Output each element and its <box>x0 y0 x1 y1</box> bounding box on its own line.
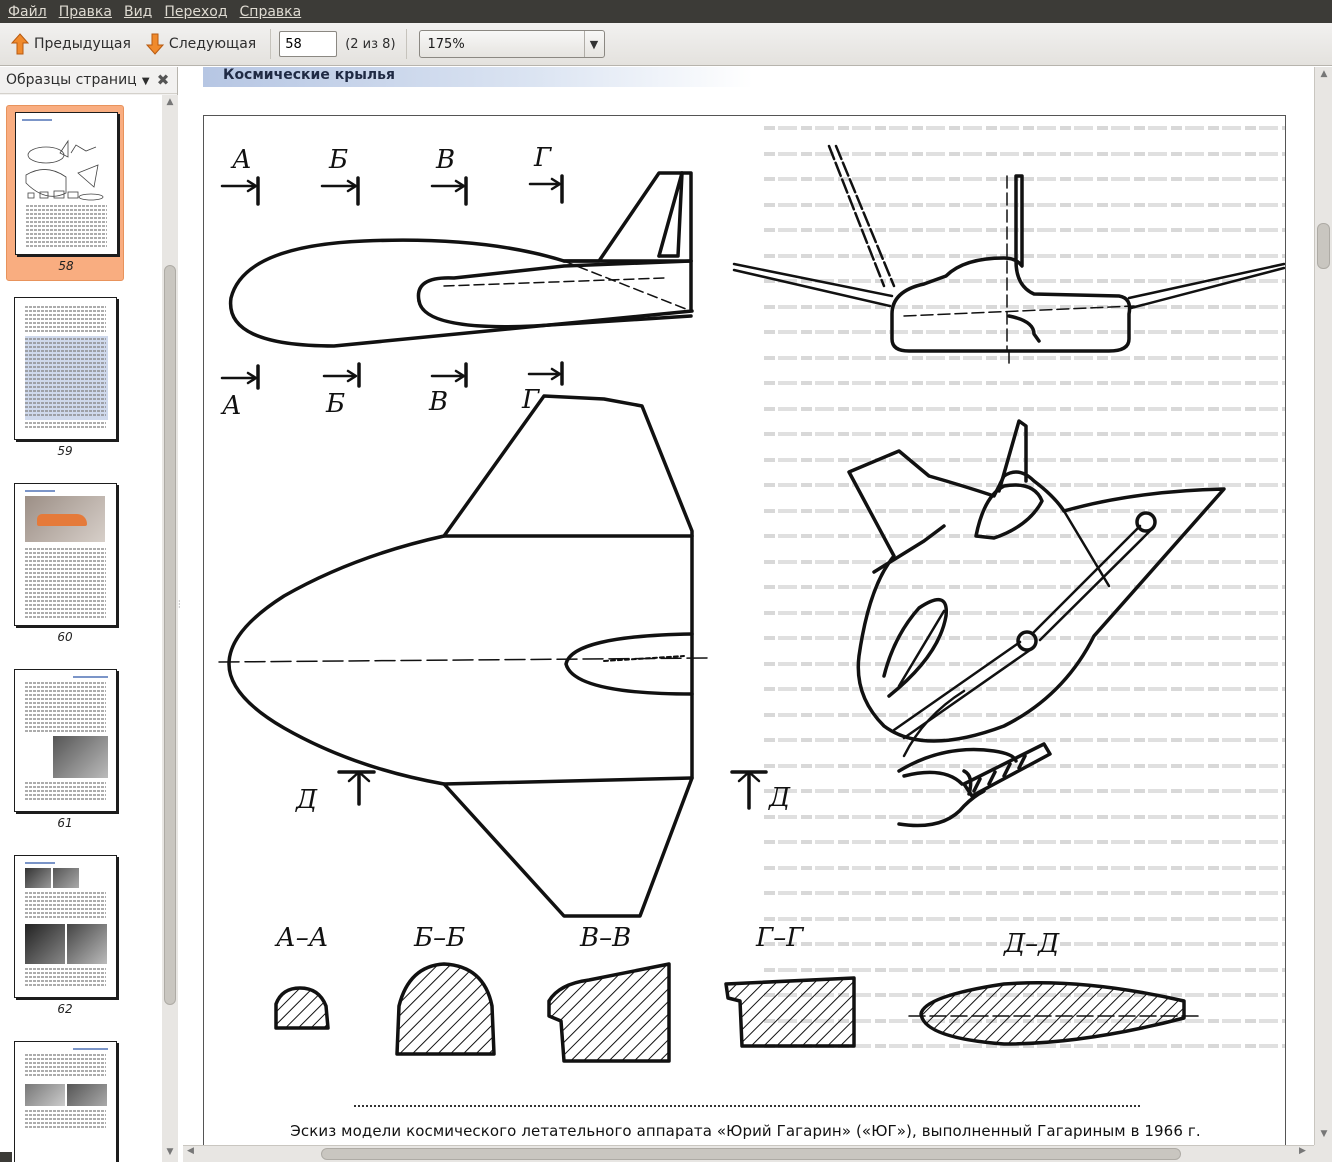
thumbnail-page-61[interactable]: 61 <box>6 663 124 839</box>
toolbar: Предыдущая Следующая (2 из 8) 175% ▼ <box>0 23 1332 66</box>
section-label-bb: Б–Б <box>413 923 465 953</box>
thumbnail-label: 62 <box>57 1002 73 1016</box>
mark-label-d-right: Д <box>768 783 791 813</box>
perspective-view <box>847 419 1226 758</box>
next-page-button[interactable]: Следующая <box>141 29 260 59</box>
previous-page-label: Предыдущая <box>34 36 131 52</box>
mark-label-bottom-g: Г <box>521 385 540 415</box>
section-marks-top <box>220 174 564 206</box>
zoom-select[interactable]: 175% ▼ <box>418 30 605 58</box>
mark-label-top-a: А <box>230 145 252 175</box>
mark-label-top-g: Г <box>533 143 552 173</box>
thumbnail-page-60[interactable]: 60 <box>6 477 124 653</box>
thumbnail-label: 60 <box>57 630 73 644</box>
thumbnail-page-58[interactable]: 58 <box>6 105 124 281</box>
section-label-vv: В–В <box>579 923 631 953</box>
thumbnail-label: 59 <box>57 444 73 458</box>
toolbar-separator <box>270 29 272 59</box>
scrollbar-corner <box>1314 1145 1332 1162</box>
document-vertical-scrollbar[interactable]: ▲ ▼ <box>1314 67 1332 1145</box>
caption-divider <box>354 1105 1140 1107</box>
horizontal-scroll-thumb[interactable] <box>321 1148 1181 1160</box>
menu-go[interactable]: Переход <box>156 4 231 20</box>
thumbnail-page-59[interactable]: 59 <box>6 291 124 467</box>
sidebar-header: Образцы страниц ▼ ✖ <box>0 67 177 94</box>
side-view <box>228 171 694 348</box>
section-label-dd: Д–Д <box>1003 929 1060 959</box>
mark-label-bottom-a: А <box>220 391 242 421</box>
thumbnail-page-63[interactable]: 63 <box>6 1035 124 1162</box>
document-view: Космические крылья А Б В Г А Б В Г Д Д А… <box>183 67 1314 1145</box>
thumbnail-image <box>14 297 117 440</box>
section-label-gg: Г–Г <box>755 923 804 953</box>
detail-view <box>897 742 1052 828</box>
vertical-scroll-thumb[interactable] <box>1317 223 1330 269</box>
section-label-aa: А–А <box>274 923 328 953</box>
cross-sections <box>274 962 1200 1063</box>
document-horizontal-scrollbar[interactable]: ◀ ▶ <box>183 1145 1314 1162</box>
sidebar-scrollbar[interactable]: ▲ ▼ <box>162 95 178 1162</box>
thumbnail-image <box>14 669 117 812</box>
sidebar-mode-select[interactable]: Образцы страниц ▼ <box>6 72 153 88</box>
section-marks-bottom <box>220 361 564 390</box>
sidebar-scroll-thumb[interactable] <box>164 265 176 1005</box>
chevron-down-icon[interactable]: ▼ <box>583 31 604 57</box>
figure-frame: А Б В Г А Б В Г Д Д А–А Б–Б В–В Г–Г Д–Д <box>203 115 1286 1145</box>
scroll-up-icon[interactable]: ▲ <box>162 97 178 107</box>
thumbnail-list: 58 59 60 61 62 <box>0 95 162 1162</box>
mark-label-bottom-b: Б <box>325 389 345 419</box>
thumbnail-image <box>15 112 118 255</box>
scroll-down-icon[interactable]: ▼ <box>1315 1129 1332 1139</box>
thumbnail-image <box>14 483 117 626</box>
mark-label-bottom-v: В <box>428 387 448 417</box>
pane-resize-handle[interactable]: · · · <box>178 598 181 612</box>
menu-help[interactable]: Справка <box>232 4 306 20</box>
section-title: Космические крылья <box>223 67 395 83</box>
front-view <box>732 144 1285 367</box>
resize-grip[interactable] <box>0 1152 12 1162</box>
arrow-up-icon <box>10 33 30 55</box>
menubar: Файл Правка Вид Переход Справка <box>0 0 1332 23</box>
thumbnail-label: 58 <box>58 259 74 273</box>
thumbnail-image <box>14 855 117 998</box>
spacecraft-sketch: А Б В Г А Б В Г Д Д А–А Б–Б В–В Г–Г Д–Д <box>218 143 1285 1063</box>
mark-label-d-left: Д <box>295 785 318 815</box>
plan-view <box>218 394 768 918</box>
mark-label-top-b: Б <box>328 145 348 175</box>
toolbar-separator <box>405 29 407 59</box>
scroll-down-icon[interactable]: ▼ <box>162 1147 178 1157</box>
scroll-right-icon[interactable]: ▶ <box>1299 1146 1306 1156</box>
menu-view[interactable]: Вид <box>116 4 156 20</box>
menu-file[interactable]: Файл <box>0 4 51 20</box>
section-header: Космические крылья <box>203 67 753 87</box>
thumbnail-label: 61 <box>57 816 73 830</box>
close-icon[interactable]: ✖ <box>153 71 173 89</box>
next-page-label: Следующая <box>168 36 257 52</box>
page-number-input[interactable] <box>279 31 338 57</box>
thumbnail-image <box>14 1041 117 1162</box>
zoom-value: 175% <box>427 36 465 52</box>
document-viewer-window: Файл Правка Вид Переход Справка Предыдущ… <box>0 0 1332 1162</box>
page-count: (2 из 8) <box>345 36 396 52</box>
menu-edit[interactable]: Правка <box>51 4 116 20</box>
figure-caption: Эскиз модели космического летательного а… <box>290 1122 1201 1140</box>
mark-label-top-v: В <box>435 145 455 175</box>
scroll-up-icon[interactable]: ▲ <box>1315 69 1332 79</box>
chevron-down-icon: ▼ <box>138 76 150 87</box>
scroll-left-icon[interactable]: ◀ <box>187 1146 194 1156</box>
sidebar-title: Образцы страниц <box>6 72 137 88</box>
sidebar: Образцы страниц ▼ ✖ 58 59 60 61 62 ▲ ▼ <box>0 67 178 1162</box>
thumbnail-page-62[interactable]: 62 <box>6 849 124 1025</box>
previous-page-button[interactable]: Предыдущая <box>6 29 135 59</box>
arrow-down-icon <box>145 33 165 55</box>
